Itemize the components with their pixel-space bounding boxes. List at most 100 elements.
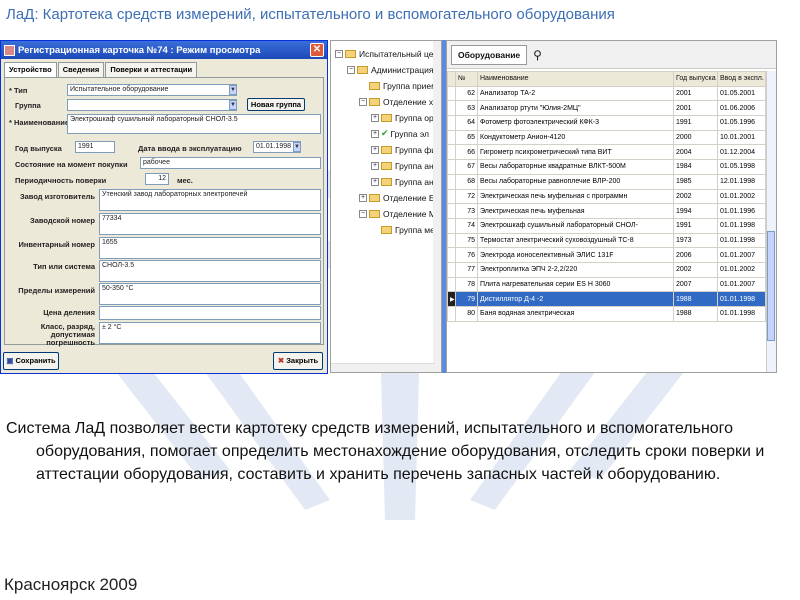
cell-number: 76 bbox=[455, 247, 478, 263]
cell-year: 2001 bbox=[673, 85, 718, 102]
tree-node-label: Группа прием bbox=[383, 80, 437, 91]
expand-icon[interactable]: + bbox=[371, 129, 379, 138]
calendar-icon[interactable]: ▼ bbox=[293, 142, 301, 152]
group-select[interactable] bbox=[67, 99, 237, 111]
cell-date: 01.06.2006 bbox=[717, 100, 766, 117]
tree-node-group-an1[interactable]: + Группа ан bbox=[371, 159, 434, 172]
table-row[interactable]: 63 Анализатор ртути "Юлия-2МЦ" 2001 01.06.2… bbox=[447, 100, 766, 117]
cell-year: 2004 bbox=[673, 144, 718, 161]
cell-name: Электроплитка ЭПЧ 2-2,2/220 bbox=[477, 261, 674, 278]
inventory-label: Инвентарный номер bbox=[18, 240, 95, 249]
column-header-year[interactable]: Год выпуска bbox=[673, 71, 718, 87]
division-field[interactable] bbox=[99, 306, 321, 320]
type-system-field[interactable]: СНОЛ-3.5 bbox=[99, 260, 321, 282]
table-row[interactable]: 73 Электрическая печь муфельная 1994 01.01.… bbox=[447, 203, 766, 219]
cell-year: 1984 bbox=[673, 159, 718, 175]
table-row[interactable]: 68 Весы лабораторные равноплечие ВЛР-200 1… bbox=[447, 173, 766, 190]
limits-field[interactable]: 50-350 °С bbox=[99, 283, 321, 305]
type-select[interactable]: Испытательное оборудование bbox=[67, 84, 237, 96]
dialog-titlebar[interactable]: Регистрационная карточка №74 : Режим про… bbox=[1, 41, 327, 59]
dialog-title: Регистрационная карточка №74 : Режим про… bbox=[18, 44, 261, 56]
table-row[interactable]: 80 Баня водяная электрическая 1988 01.01.19… bbox=[447, 306, 766, 322]
cell-year: 1988 bbox=[673, 306, 718, 322]
expand-icon[interactable]: + bbox=[359, 193, 367, 202]
tab-verifications[interactable]: Поверки и аттестации bbox=[105, 62, 198, 77]
table-row[interactable]: ▶ 79 Дистиллятор Д-4 -2 1988 01.01.1998 bbox=[447, 291, 766, 307]
expand-icon[interactable]: + bbox=[371, 161, 379, 170]
cell-year: 2006 bbox=[673, 247, 718, 263]
new-group-button[interactable]: Новая группа bbox=[247, 98, 305, 111]
collapse-icon[interactable]: − bbox=[359, 97, 367, 106]
tab-device[interactable]: Устройство bbox=[4, 62, 57, 77]
folder-icon bbox=[381, 177, 392, 186]
cell-number: 64 bbox=[455, 115, 478, 131]
tree-node-admin[interactable]: − Администрация bbox=[347, 63, 433, 76]
period-field[interactable]: 12 bbox=[145, 173, 169, 185]
tree-node-group-an2[interactable]: + Группа ан bbox=[371, 175, 434, 188]
tree-node-group-org[interactable]: + Группа ор bbox=[371, 111, 434, 124]
table-row[interactable]: 78 Плита нагревательная серии ES Н 3060 20… bbox=[447, 276, 766, 293]
collapse-icon[interactable]: − bbox=[347, 65, 355, 74]
column-header-name[interactable]: Наименование bbox=[477, 71, 674, 87]
table-row[interactable]: 75 Термостат электрический суховоздушный … bbox=[447, 232, 766, 249]
serial-label: Заводской номер bbox=[30, 216, 95, 225]
table-row[interactable]: 65 Кондуктометр Анион-4120 2000 10.01.2001 bbox=[447, 129, 766, 146]
tree-node-group-me[interactable]: Группа ме bbox=[381, 223, 435, 236]
tab-equipment[interactable]: Оборудование bbox=[451, 44, 528, 65]
table-row[interactable]: 66 Гигрометр психрометрический типа ВИТ 20… bbox=[447, 144, 766, 161]
folder-icon bbox=[345, 49, 356, 58]
name-label: * Наименование bbox=[9, 118, 70, 127]
table-row[interactable]: 72 Электрическая печь муфельная с програм… bbox=[447, 188, 766, 205]
maker-field[interactable]: Утенский завод лабораторных электропечей bbox=[99, 189, 321, 211]
binoculars-icon[interactable]: ⚲ bbox=[533, 48, 542, 62]
grid-vertical-scrollbar[interactable] bbox=[766, 71, 776, 372]
tree-node-intake[interactable]: Группа прием bbox=[369, 79, 437, 92]
tree-horizontal-scrollbar[interactable] bbox=[331, 363, 435, 372]
collapse-icon[interactable]: − bbox=[335, 49, 343, 58]
tree-node-label: Группа ор bbox=[395, 112, 434, 123]
tree-node-label: Испытательный цен bbox=[359, 48, 439, 59]
table-row[interactable]: 77 Электроплитка ЭПЧ 2-2,2/220 2002 01.01.2… bbox=[447, 261, 766, 278]
cell-name: Электрическая печь муфельная с программн bbox=[477, 188, 674, 205]
table-row[interactable]: 76 Электрода ионоселективный ЭЛИС 131F 200… bbox=[447, 247, 766, 263]
tree-node-group-phys[interactable]: + Группа фи bbox=[371, 143, 436, 156]
tree-node-group-el[interactable]: + ✔ Группа эл bbox=[371, 127, 429, 140]
tree-vertical-scrollbar[interactable] bbox=[433, 41, 441, 372]
collapse-icon[interactable]: − bbox=[359, 209, 367, 218]
row-indicator bbox=[447, 247, 456, 263]
scrollbar-thumb[interactable] bbox=[767, 231, 775, 341]
expand-icon[interactable]: + bbox=[371, 145, 379, 154]
row-indicator bbox=[447, 144, 456, 161]
cell-number: 66 bbox=[455, 144, 478, 161]
table-row[interactable]: 62 Анализатор ТА-2 2001 01.05.2001 bbox=[447, 85, 766, 102]
cell-name: Весы лабораторные квадратные ВЛКТ-500М bbox=[477, 159, 674, 175]
tree-node-root[interactable]: − Испытательный цен bbox=[335, 47, 438, 60]
condition-field[interactable]: рабочее bbox=[140, 157, 321, 169]
table-row[interactable]: 64 Фотометр фотоэлектрический КФК-3 1991 01… bbox=[447, 115, 766, 131]
close-icon[interactable]: ✕ bbox=[310, 43, 324, 57]
cell-date: 01.05.2001 bbox=[717, 85, 766, 102]
tree-node-dept-ba[interactable]: + Отделение Ба bbox=[359, 191, 439, 204]
expand-icon[interactable]: + bbox=[371, 177, 379, 186]
cell-year: 2001 bbox=[673, 100, 718, 117]
expand-icon[interactable]: + bbox=[371, 113, 379, 122]
name-field[interactable]: Электрошкаф сушильный лабораторный СНОЛ-… bbox=[67, 114, 321, 134]
chevron-down-icon[interactable]: ▼ bbox=[229, 100, 237, 110]
close-button[interactable]: ✖ Закрыть bbox=[273, 352, 323, 370]
table-row[interactable]: 74 Электрошкаф сушильный лабораторный СНО… bbox=[447, 217, 766, 234]
column-header-date[interactable]: Ввод в экспл. bbox=[717, 71, 766, 87]
inventory-field[interactable]: 1655 bbox=[99, 237, 321, 259]
tab-info[interactable]: Сведения bbox=[57, 62, 105, 77]
tree-node-chem[interactable]: − Отделение хи bbox=[359, 95, 438, 108]
serial-field[interactable]: 77334 bbox=[99, 213, 321, 235]
class-field[interactable]: ± 2 °С bbox=[99, 322, 321, 344]
chevron-down-icon[interactable]: ▼ bbox=[229, 85, 237, 95]
slide: ЛаД: Картотека средств измерений, испыта… bbox=[0, 0, 800, 600]
folder-icon bbox=[369, 81, 380, 90]
save-button[interactable]: ▣ Сохранить bbox=[3, 352, 59, 370]
folder-icon bbox=[381, 145, 392, 154]
table-row[interactable]: 67 Весы лабораторные квадратные ВЛКТ-500М… bbox=[447, 159, 766, 175]
column-header-number[interactable]: № bbox=[455, 71, 478, 87]
tree-node-dept-m[interactable]: − Отделение М bbox=[359, 207, 436, 220]
year-field[interactable]: 1991 bbox=[75, 141, 115, 153]
